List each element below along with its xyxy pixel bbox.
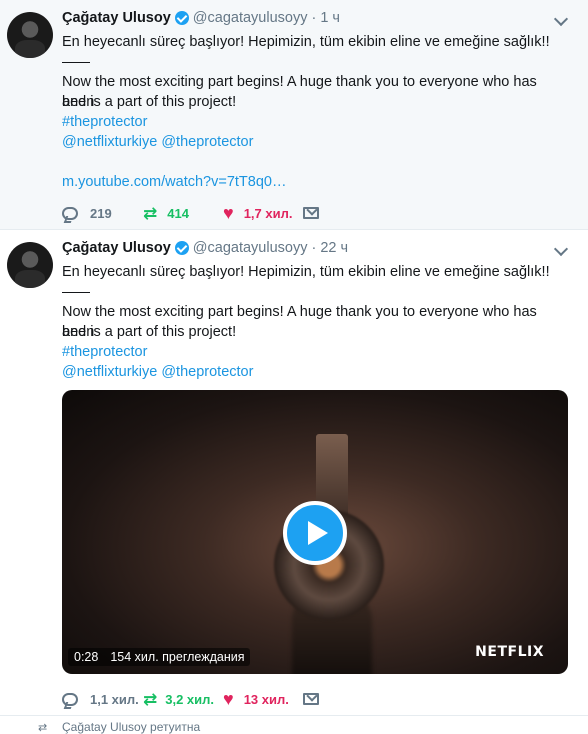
tweet-text-tr: En heyecanlı süreç başlıyor! Hepimizin, … (62, 34, 550, 50)
divider-line (62, 292, 90, 293)
like-button[interactable]: ♥ 1,7 хил. (223, 204, 303, 222)
tweet-header: Çağatay Ulusoy @cagatayulusoyy · 22 ч (62, 240, 348, 256)
tweet-actions: 1,1 хил. ⇄ 3,2 хил. ♥ 13 хил. (62, 689, 319, 709)
reply-button[interactable]: 1,1 хил. (62, 692, 143, 707)
chevron-down-icon[interactable] (553, 241, 569, 257)
video-player[interactable]: 0:28 154 хил. преглеждания NETFLIX (62, 390, 568, 674)
dm-button[interactable] (303, 693, 319, 705)
verified-icon (174, 11, 189, 25)
retweet-icon: ⇄ (143, 689, 158, 709)
play-icon (308, 521, 328, 545)
retweet-button[interactable]: ⇄ 3,2 хил. (143, 691, 223, 708)
avatar[interactable] (7, 242, 53, 288)
dm-button[interactable] (303, 207, 319, 219)
tweet-card-1[interactable]: Çağatay Ulusoy @cagatayulusoyy · 1 ч En … (0, 0, 588, 230)
retweet-button[interactable]: ⇄ 414 (143, 205, 223, 222)
tweet-actions: 219 ⇄ 414 ♥ 1,7 хил. (62, 203, 319, 223)
reply-count: 219 (90, 205, 112, 221)
heart-icon: ♥ (223, 203, 234, 223)
separator-dot: · (311, 240, 317, 256)
video-info: 0:28 154 хил. преглеждания (68, 648, 251, 666)
reply-count: 1,1 хил. (90, 691, 139, 707)
retweet-icon: ⇄ (38, 722, 48, 734)
video-duration: 0:28 (74, 650, 99, 664)
retweet-count: 3,2 хил. (165, 691, 215, 707)
like-button[interactable]: ♥ 13 хил. (223, 690, 303, 708)
mail-icon (303, 693, 319, 705)
tweet-text-tr: En heyecanlı süreç başlıyor! Hepimizin, … (62, 264, 550, 280)
hashtag-link[interactable]: #theprotector (62, 112, 147, 132)
tweet-time[interactable]: 1 ч (320, 10, 340, 26)
mentions-link[interactable]: @netflixturkiye @theprotector (62, 132, 253, 152)
tweet-header: Çağatay Ulusoy @cagatayulusoyy · 1 ч (62, 10, 340, 26)
play-button[interactable] (283, 501, 347, 565)
separator-dot: · (311, 10, 317, 26)
reply-button[interactable]: 219 (62, 206, 143, 221)
netflix-logo: NETFLIX (475, 644, 544, 660)
mentions-link[interactable]: @netflixturkiye @theprotector (62, 362, 253, 382)
heart-icon: ♥ (223, 689, 234, 709)
tweet-text-en-2: and is a part of this project! (62, 94, 237, 110)
author-name[interactable]: Çağatay Ulusoy (62, 10, 171, 26)
reply-icon (62, 206, 78, 220)
divider-line (62, 62, 90, 63)
youtube-link[interactable]: m.youtube.com/watch?v=7tT8q0… (62, 172, 286, 192)
mail-icon (303, 207, 319, 219)
video-views: 154 хил. преглеждания (110, 650, 245, 664)
tweet-text-en-2: and is a part of this project! (62, 324, 237, 340)
chevron-down-icon[interactable] (553, 11, 569, 27)
tweet-card-2[interactable]: Çağatay Ulusoy @cagatayulusoyy · 22 ч En… (0, 230, 588, 716)
reply-icon (62, 692, 78, 706)
retweet-count: 414 (167, 205, 189, 221)
avatar[interactable] (7, 12, 53, 58)
hashtag-link[interactable]: #theprotector (62, 342, 147, 362)
retweet-context: ⇄ Çağatay Ulusoy ретуитна (0, 717, 588, 734)
author-name[interactable]: Çağatay Ulusoy (62, 240, 171, 256)
author-handle[interactable]: @cagatayulusoyy (193, 10, 308, 26)
retweet-icon: ⇄ (143, 203, 158, 223)
tweet-time[interactable]: 22 ч (320, 240, 348, 256)
like-count: 1,7 хил. (243, 205, 293, 221)
like-count: 13 хил. (243, 691, 289, 707)
verified-icon (174, 241, 189, 255)
author-handle[interactable]: @cagatayulusoyy (193, 240, 308, 256)
